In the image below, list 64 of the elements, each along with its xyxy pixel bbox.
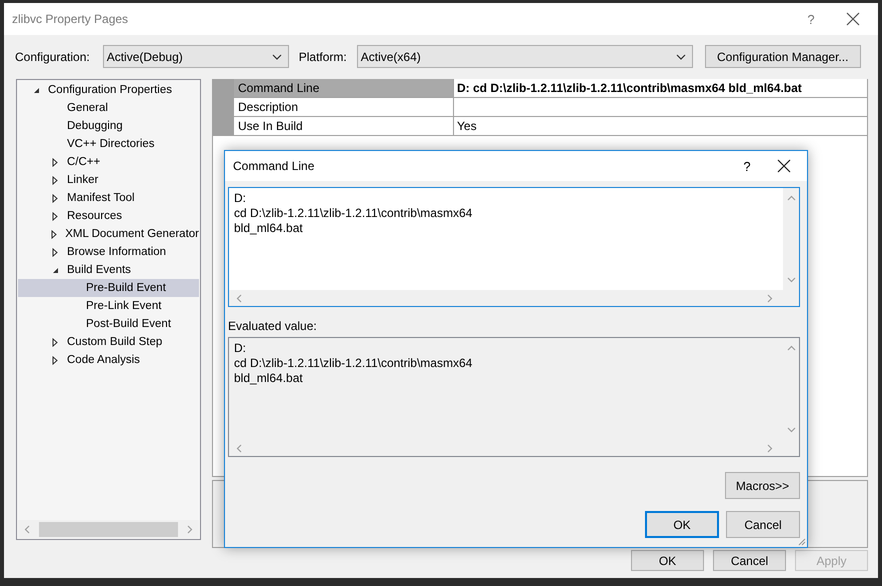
configuration-manager-button[interactable]: Configuration Manager... [704, 45, 861, 68]
tree-item[interactable]: Pre-Build Event [18, 279, 199, 297]
tree-item[interactable]: Post-Build Event [18, 315, 199, 333]
evaluated-value: D: cd D:\zlib-1.2.11\zlib-1.2.11\contrib\masmx64 bld_ml64.bat [233, 340, 474, 387]
dialog-button[interactable]: OK [645, 511, 719, 538]
dropdown[interactable]: Active(x64) [356, 45, 693, 68]
property-value[interactable]: Yes [454, 117, 867, 136]
dropdown[interactable]: Active(Debug) [102, 45, 289, 68]
caret-icon [676, 54, 686, 60]
help-button[interactable]: ? [801, 12, 821, 26]
field-label: Platform: [298, 50, 347, 64]
scroll-right-icon[interactable] [767, 444, 773, 452]
evaluated-label: Evaluated value: [228, 319, 318, 333]
tree-item[interactable]: Resources [18, 207, 199, 225]
scroll-down-icon[interactable] [786, 277, 796, 283]
expand-icon[interactable] [52, 338, 58, 346]
tree-item[interactable]: Custom Build Step [18, 333, 199, 351]
macros-button[interactable]: Macros>> [725, 472, 800, 499]
scroll-right-icon[interactable] [767, 294, 773, 302]
dialog-title: Command Line [233, 159, 316, 173]
dialog-button[interactable]: Cancel [726, 511, 800, 538]
property-name[interactable]: Description [234, 98, 454, 117]
tree-item[interactable]: Linker [18, 171, 199, 189]
tree-item[interactable]: Manifest Tool [18, 189, 199, 207]
expand-icon[interactable] [52, 176, 58, 184]
collapse-icon[interactable] [32, 86, 40, 94]
expand-icon[interactable] [52, 212, 58, 220]
scroll-left-icon[interactable] [236, 294, 242, 302]
expand-icon[interactable] [52, 248, 58, 256]
scroll-left-icon[interactable] [236, 444, 242, 452]
resize-grip-icon[interactable] [798, 538, 806, 546]
scroll-left-icon[interactable] [24, 524, 30, 534]
tree-item[interactable]: Build Events [18, 261, 199, 279]
close-icon[interactable] [846, 12, 860, 26]
tree-item[interactable]: Pre-Link Event [18, 297, 199, 315]
expand-icon[interactable] [52, 356, 58, 364]
tree-item[interactable]: XML Document Generator [18, 225, 199, 243]
window-title: zlibvc Property Pages [12, 12, 130, 26]
tree-item[interactable]: Code Analysis [18, 351, 199, 369]
caret-icon [272, 54, 282, 60]
expand-icon[interactable] [51, 230, 58, 238]
dialog-button[interactable]: Cancel [713, 550, 786, 571]
property-name[interactable]: Command Line [234, 79, 454, 98]
scrollbar-thumb[interactable] [39, 522, 178, 536]
scroll-down-icon[interactable] [786, 427, 796, 433]
scroll-up-icon[interactable] [786, 195, 796, 201]
scroll-right-icon[interactable] [187, 524, 193, 534]
tree-item[interactable]: VC++ Directories [18, 135, 199, 153]
help-button[interactable]: ? [737, 158, 757, 174]
tree-item[interactable]: Browse Information [18, 243, 199, 261]
expand-icon[interactable] [52, 158, 58, 166]
field-label: Configuration: [15, 50, 90, 64]
collapse-icon[interactable] [52, 266, 58, 274]
property-value[interactable]: D: cd D:\zlib-1.2.11\zlib-1.2.11\contrib\masmx64 bld_ml64.bat [454, 79, 867, 98]
close-icon[interactable] [777, 159, 791, 173]
tree-item[interactable]: Debugging [18, 117, 199, 135]
tree-item[interactable]: C/C++ [18, 153, 199, 171]
tree-item[interactable]: General [18, 99, 199, 117]
dialog-button[interactable]: OK [631, 550, 704, 571]
command-editor[interactable]: D: cd D:\zlib-1.2.11\zlib-1.2.11\contrib\masmx64 bld_ml64.bat [228, 187, 800, 307]
expand-icon[interactable] [52, 194, 58, 202]
scroll-up-icon[interactable] [786, 345, 796, 351]
tree-item[interactable]: Configuration Properties [18, 81, 199, 99]
property-name[interactable]: Use In Build [234, 117, 454, 136]
